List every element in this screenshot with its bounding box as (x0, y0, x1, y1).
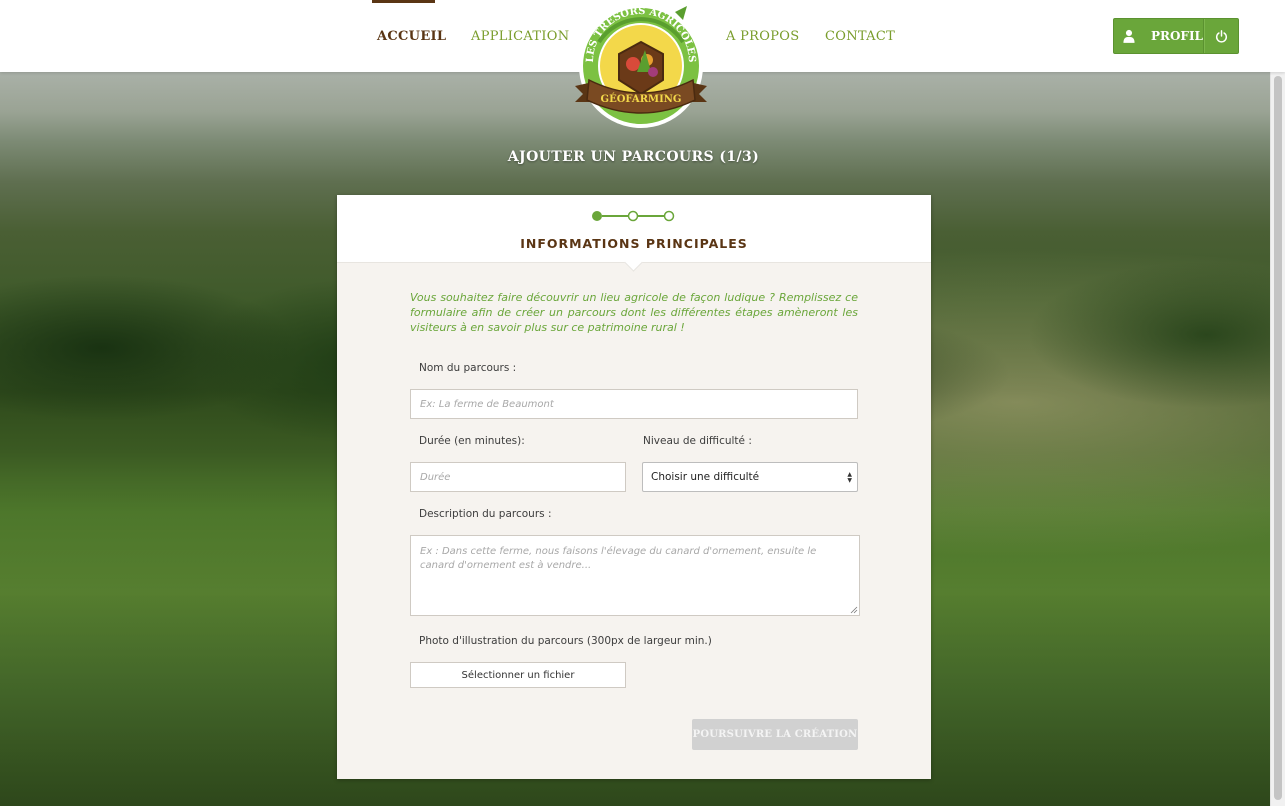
scrollbar[interactable] (1270, 72, 1285, 806)
geofarming-logo[interactable]: LES TRÉSORS AGRICOLES GÉOFARMING (571, 2, 711, 136)
intro-text: Vous souhaitez faire découvrir un lieu a… (410, 291, 858, 334)
difficulty-selected-value: Choisir une difficulté (651, 471, 760, 483)
photo-label: Photo d'illustration du parcours (300px … (419, 635, 712, 647)
nav-item-a-propos[interactable]: A PROPOS (726, 29, 799, 44)
duration-input[interactable]: Durée (410, 462, 626, 492)
profile-button[interactable]: PROFIL (1114, 19, 1204, 53)
scrollbar-thumb[interactable] (1274, 76, 1282, 800)
step-dot-2 (627, 210, 639, 222)
resize-grip-icon[interactable] (850, 606, 858, 614)
select-file-button[interactable]: Sélectionner un fichier (410, 662, 626, 688)
name-label: Nom du parcours : (419, 362, 517, 374)
name-input[interactable]: Ex: La ferme de Beaumont (410, 389, 858, 419)
step-dot-1 (592, 211, 602, 221)
step-title: INFORMATIONS PRINCIPALES (520, 236, 748, 251)
select-arrows-icon: ▲ ▼ (847, 471, 852, 484)
profile-button-group: PROFIL (1113, 18, 1239, 54)
description-textarea[interactable]: Ex : Dans cette ferme, nous faisons l'él… (410, 535, 860, 616)
difficulty-label: Niveau de difficulté : (643, 435, 752, 447)
card-header: INFORMATIONS PRINCIPALES (337, 195, 931, 263)
difficulty-select[interactable]: Choisir une difficulté ▲ ▼ (642, 462, 858, 492)
logo-banner-text: GÉOFARMING (601, 93, 682, 105)
description-placeholder: Ex : Dans cette ferme, nous faisons l'él… (420, 546, 817, 571)
form-card: INFORMATIONS PRINCIPALES Vous souhaitez … (337, 195, 931, 779)
description-label: Description du parcours : (419, 508, 552, 520)
nav-active-indicator (372, 0, 435, 3)
duration-label: Durée (en minutes): (419, 435, 525, 447)
nav-item-accueil[interactable]: ACCUEIL (377, 29, 446, 44)
page-title: AJOUTER UN PARCOURS (1/3) (507, 149, 760, 165)
step-dot-3 (663, 210, 675, 222)
step-progress-indicator (592, 210, 675, 222)
logout-button[interactable] (1204, 19, 1238, 53)
nav-item-application[interactable]: APPLICATION (471, 29, 569, 44)
user-icon (1123, 29, 1135, 43)
nav-item-contact[interactable]: CONTACT (825, 29, 895, 44)
profile-label: PROFIL (1150, 29, 1203, 43)
power-icon (1215, 29, 1228, 43)
continue-creation-button[interactable]: POURSUIVRE LA CRÉATION (692, 719, 858, 750)
